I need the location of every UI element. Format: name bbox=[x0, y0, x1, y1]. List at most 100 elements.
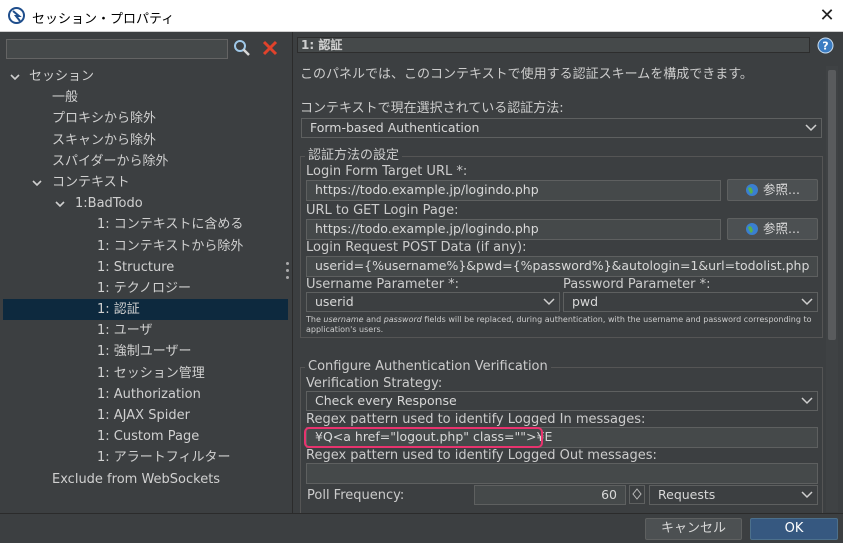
clear-icon[interactable] bbox=[261, 38, 279, 58]
tree-item-label: 1: コンテキストに含める bbox=[97, 217, 244, 233]
tree-item-authorization[interactable]: 1: Authorization bbox=[3, 384, 288, 405]
dialog-footer: キャンセル OK bbox=[0, 513, 843, 543]
password-param-label: Password Parameter *: bbox=[563, 277, 711, 292]
scrollbar-thumb[interactable] bbox=[828, 70, 836, 340]
chevron-down-icon[interactable] bbox=[31, 177, 43, 189]
browse-button-label: 参照... bbox=[763, 221, 800, 236]
tree-item-label: セッション bbox=[29, 69, 95, 84]
tree-item-structure[interactable]: 1: Structure bbox=[3, 257, 288, 278]
tree-item-forced-user[interactable]: 1: 強制ユーザー bbox=[3, 341, 288, 362]
logged-in-label: Regex pattern used to identify Logged In… bbox=[306, 412, 646, 427]
poll-frequency-spinner[interactable] bbox=[629, 485, 645, 504]
param-note: The username and password fields will be… bbox=[306, 315, 812, 334]
tree-item-label: 1: Custom Page bbox=[97, 429, 200, 445]
tree-item-label: 1: テクノロジー bbox=[97, 280, 192, 296]
globe-icon bbox=[746, 223, 759, 235]
post-data-field[interactable]: userid={%username%}&pwd={%password%}&aut… bbox=[306, 256, 818, 277]
left-pane: セッション 一般 プロキシから除外 スキャンから除外 スパイダーから除外 コンテ… bbox=[0, 32, 289, 513]
tree-item-label: 1: 強制ユーザー bbox=[97, 344, 192, 360]
poll-frequency-label: Poll Frequency: bbox=[307, 488, 405, 503]
panel-scrollbar[interactable] bbox=[826, 66, 838, 512]
tree-search-input[interactable] bbox=[6, 39, 228, 59]
tree-item-label: 一般 bbox=[52, 90, 79, 106]
logged-out-regex-field[interactable] bbox=[306, 463, 818, 484]
strategy-select[interactable]: Check every Response bbox=[306, 391, 818, 411]
auth-method-select[interactable]: Form-based Authentication bbox=[301, 118, 822, 138]
tree-item-label: プロキシから除外 bbox=[52, 111, 157, 127]
tree-item-context-badtodo[interactable]: 1:BadTodo bbox=[3, 193, 288, 214]
tree-item-general[interactable]: 一般 bbox=[3, 87, 288, 108]
password-param-value: pwd bbox=[572, 294, 599, 309]
strategy-label: Verification Strategy: bbox=[306, 376, 443, 391]
browse-button[interactable]: 参照... bbox=[727, 218, 818, 240]
tree-item-exclude-spider[interactable]: スパイダーから除外 bbox=[3, 151, 288, 172]
spinner-arrows-icon bbox=[632, 488, 642, 500]
browse-button-label: 参照... bbox=[763, 182, 800, 197]
tree-item-label: 1: ユーザ bbox=[97, 323, 153, 339]
tree-item-label: 1: セッション管理 bbox=[97, 365, 205, 381]
tree-item-label: コンテキスト bbox=[52, 174, 130, 190]
login-form-url-label: Login Form Target URL *: bbox=[306, 164, 468, 179]
highlight-box bbox=[304, 427, 543, 448]
tree-item-label: スキャンから除外 bbox=[52, 132, 157, 148]
session-tree: セッション 一般 プロキシから除外 スキャンから除外 スパイダーから除外 コンテ… bbox=[3, 66, 288, 490]
poll-frequency-field[interactable]: 60 bbox=[474, 485, 626, 505]
tree-item-exclude-scan[interactable]: スキャンから除外 bbox=[3, 130, 288, 151]
panel-title: 1: 認証 bbox=[297, 37, 810, 53]
auth-method-value: Form-based Authentication bbox=[310, 120, 480, 135]
search-icon[interactable] bbox=[233, 38, 251, 58]
globe-icon bbox=[746, 184, 759, 196]
auth-method-label: コンテキストで現在選択されている認証方法: bbox=[300, 101, 564, 116]
chevron-down-icon[interactable] bbox=[54, 198, 66, 210]
username-param-select[interactable]: userid bbox=[306, 292, 560, 312]
tree-item-label: 1: Authorization bbox=[97, 386, 201, 402]
tree-item-label: 1: Structure bbox=[97, 259, 175, 275]
tree-item-contexts[interactable]: コンテキスト bbox=[3, 172, 288, 193]
chevron-down-icon bbox=[805, 124, 817, 132]
browse-button[interactable]: 参照... bbox=[727, 179, 818, 201]
tree-item-label: Exclude from WebSockets bbox=[52, 471, 221, 487]
window-title: セッション・プロパティ bbox=[32, 12, 175, 27]
tree-item-label: 1:BadTodo bbox=[75, 196, 143, 212]
password-param-select[interactable]: pwd bbox=[563, 292, 818, 312]
ok-button[interactable]: OK bbox=[750, 518, 838, 540]
poll-unit-select[interactable]: Requests bbox=[649, 485, 818, 505]
login-page-url-field[interactable]: https://todo.example.jp/logindo.php bbox=[306, 219, 721, 240]
tree-item-include[interactable]: 1: コンテキストに含める bbox=[3, 214, 288, 235]
chevron-down-icon[interactable] bbox=[9, 71, 21, 83]
chevron-down-icon bbox=[543, 298, 555, 306]
post-data-label: Login Request POST Data (if any): bbox=[306, 240, 527, 255]
verification-title: Configure Authentication Verification bbox=[305, 360, 551, 374]
tree-item-users[interactable]: 1: ユーザ bbox=[3, 320, 288, 341]
zap-logo-icon bbox=[8, 7, 25, 24]
title-bar: セッション・プロパティ ✕ bbox=[0, 0, 843, 32]
tree-item-alert-filters[interactable]: 1: アラートフィルター bbox=[3, 447, 288, 468]
tree-item-custom-page[interactable]: 1: Custom Page bbox=[3, 426, 288, 447]
authentication-panel: 1: 認証 ? このパネルでは、このコンテキストで使用する認証スキームを構成でき… bbox=[292, 32, 843, 517]
tree-item-authentication[interactable]: 1: 認証 bbox=[3, 299, 288, 321]
panel-description: このパネルでは、このコンテキストで使用する認証スキームを構成できます。 bbox=[300, 67, 753, 82]
chevron-down-icon bbox=[801, 491, 813, 499]
cancel-button[interactable]: キャンセル bbox=[645, 518, 742, 540]
tree-item-label: 1: コンテキストから除外 bbox=[97, 238, 244, 254]
login-form-url-field[interactable]: https://todo.example.jp/logindo.php bbox=[306, 180, 721, 201]
poll-unit-value: Requests bbox=[658, 487, 716, 502]
tree-item-session[interactable]: セッション bbox=[3, 66, 288, 87]
help-icon[interactable]: ? bbox=[817, 37, 834, 54]
tree-item-label: 1: AJAX Spider bbox=[97, 408, 190, 423]
tree-item-exclude[interactable]: 1: コンテキストから除外 bbox=[3, 236, 288, 257]
pane-splitter-handle[interactable] bbox=[286, 262, 290, 284]
auth-settings-title: 認証方法の設定 bbox=[305, 149, 403, 163]
tree-item-exclude-proxy[interactable]: プロキシから除外 bbox=[3, 108, 288, 129]
tree-item-label: スパイダーから除外 bbox=[52, 153, 169, 169]
username-param-value: userid bbox=[315, 294, 354, 309]
tree-item-label: 1: アラートフィルター bbox=[97, 450, 231, 466]
strategy-value: Check every Response bbox=[315, 393, 457, 408]
tree-item-exclude-websockets[interactable]: Exclude from WebSockets bbox=[3, 469, 288, 490]
chevron-down-icon bbox=[801, 397, 813, 405]
username-param-label: Username Parameter *: bbox=[306, 277, 460, 292]
close-icon[interactable]: ✕ bbox=[816, 5, 838, 27]
tree-item-technology[interactable]: 1: テクノロジー bbox=[3, 278, 288, 299]
tree-item-ajax-spider[interactable]: 1: AJAX Spider bbox=[3, 405, 288, 426]
tree-item-session-management[interactable]: 1: セッション管理 bbox=[3, 363, 288, 384]
